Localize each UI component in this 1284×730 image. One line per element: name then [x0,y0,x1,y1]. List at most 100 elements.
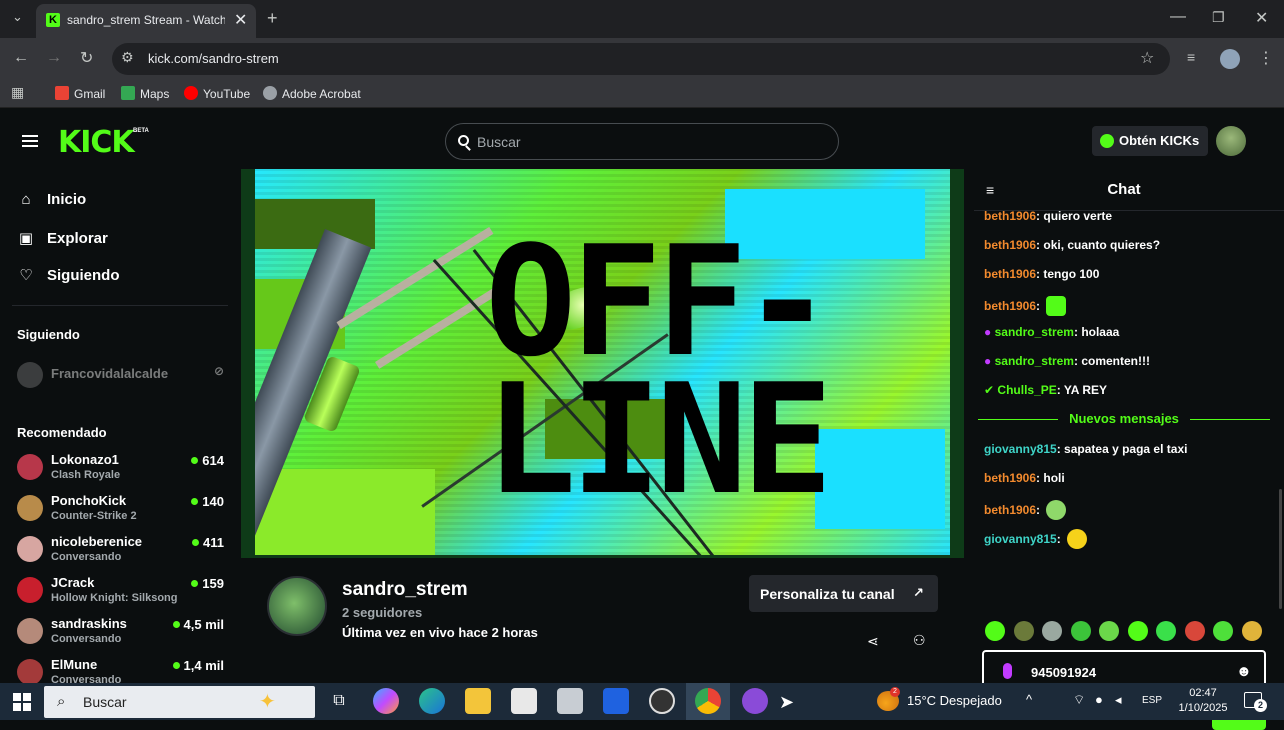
windows-taskbar: ⌕ Buscar ✦ ⧉ ➤ 2 15°C Despejado ^ ⌔ ● ◂ … [0,683,1284,720]
restore-icon[interactable]: ❐ [1212,9,1225,26]
emote-icon[interactable] [1185,621,1205,641]
customize-channel-button[interactable]: Personaliza tu canal ↗ [749,575,938,612]
copilot-icon[interactable] [373,688,399,714]
avatar [17,362,43,388]
recommended-section-title: Recomendado [17,425,107,440]
chrome-icon[interactable] [695,688,721,714]
emote-icon[interactable] [1242,621,1262,641]
follower-count: 2 seguidores [342,605,423,620]
recommended-item[interactable]: sandraskins Conversando 4,5 mil [17,616,227,652]
recommended-item[interactable]: JCrack Hollow Knight: Silksong 159 [17,575,227,611]
bookmark-youtube[interactable]: YouTube [184,86,250,101]
tab-search-chevron-icon[interactable]: ⌄ [12,9,23,25]
kick-logo[interactable]: KICK [58,125,135,160]
profile-avatar-icon[interactable] [1220,49,1240,69]
store-icon[interactable] [511,688,537,714]
browser-menu-icon[interactable]: ⋮ [1258,48,1274,68]
emote-icon[interactable] [1042,621,1062,641]
video-player[interactable]: OFF- LINE [241,169,964,558]
nav-home[interactable]: ⌂ Inicio [17,191,86,208]
kick-page: KICK BETA Buscar Obtén KICKs ⌂ Inicio ▣ Ex… [0,108,1284,730]
chat-message: beth1906: [984,296,1067,316]
minimize-icon[interactable]: — [1170,8,1186,26]
chat-scrollbar[interactable] [1279,489,1282,609]
recommended-item[interactable]: ElMune Conversando 1,4 mil [17,657,227,683]
tray-chevron-icon[interactable]: ^ [1026,692,1032,707]
network-icon[interactable]: ⌔ [1073,692,1085,708]
recommended-item[interactable]: nicoleberenice Conversando 411 [17,534,227,570]
reload-icon[interactable]: ↻ [80,48,93,68]
chat-message: ✔ Chulls_PE: YA REY [984,383,1108,397]
forward-icon[interactable]: → [46,49,62,67]
emote-icon[interactable] [985,621,1005,641]
hamburger-menu-icon[interactable] [22,135,38,147]
share-icon[interactable]: ⋖ [867,633,879,650]
emote-icon[interactable] [1213,621,1233,641]
get-kicks-button[interactable]: Obtén KICKs [1092,126,1208,156]
add-user-icon[interactable]: ⚇ [913,632,926,649]
bookmark-gmail[interactable]: Gmail [55,86,105,101]
chat-message: beth1906: tengo 100 [984,267,1100,281]
close-window-icon[interactable]: ✕ [1255,8,1268,28]
bookmark-star-icon[interactable]: ☆ [1140,48,1154,68]
site-settings-icon[interactable]: ⚙ [121,49,134,66]
recommended-item[interactable]: Lokonazo1 Clash Royale 614 [17,452,227,488]
tab-close-icon[interactable]: ✕ [234,10,247,30]
edge-icon[interactable] [419,688,445,714]
windows-start-icon[interactable] [13,693,31,711]
bookmark-maps[interactable]: Maps [121,86,169,101]
apps-grid-icon[interactable]: ▦ [11,84,24,101]
mail-icon[interactable] [557,688,583,714]
kick-favicon-icon: K [46,13,60,27]
obs-icon[interactable] [649,688,675,714]
beta-badge: BETA [133,128,149,134]
offline-icon: ⊘ [213,364,224,378]
volume-icon[interactable]: ◂ [1115,692,1122,708]
address-bar[interactable]: ⚙ kick.com/sandro-strem ☆ [112,43,1170,75]
language-indicator[interactable]: ESP [1142,695,1162,706]
emote-quick-bar [984,619,1264,645]
file-explorer-icon[interactable] [465,688,491,714]
search-input[interactable]: Buscar [445,123,839,160]
emote-icon[interactable] [1099,621,1119,641]
browser-tab-bar: ⌄ K sandro_strem Stream - Watch L ✕ + — … [0,0,1284,38]
youtube-icon [184,86,198,100]
avatar [17,536,43,562]
live-dot-icon [172,662,180,669]
chat-message: beth1906: [984,500,1067,520]
back-icon[interactable]: ← [13,49,29,67]
following-section-title: Siguiendo [17,327,80,342]
weather-text[interactable]: 15°C Despejado [907,693,1002,708]
following-item[interactable]: Francovidalalcalde ⊘ [17,360,227,396]
channel-name[interactable]: sandro_strem [342,579,468,601]
streaming-app-icon[interactable] [742,688,768,714]
microphone-tray-icon[interactable]: ● [1095,692,1103,707]
task-view-icon[interactable]: ⧉ [326,688,352,714]
reading-list-icon[interactable]: ≡ [1187,49,1195,65]
bookmark-adobe-acrobat[interactable]: Adobe Acrobat [263,86,361,101]
maps-icon [121,86,135,100]
browser-toolbar: ← → ↻ ⚙ kick.com/sandro-strem ☆ ≡ ⋮ [0,38,1284,80]
clock[interactable]: 02:47 1/10/2025 [1178,686,1228,716]
nav-following[interactable]: ♡ Siguiendo [17,266,119,284]
user-avatar[interactable] [1216,126,1246,156]
app-icon[interactable] [603,688,629,714]
gmail-icon [55,86,69,100]
recommended-item[interactable]: PonchoKick Counter-Strike 2 140 [17,493,227,529]
weather-badge: 2 [890,687,900,697]
emote-icon[interactable] [1014,621,1034,641]
taskbar-search-input[interactable]: ⌕ Buscar ✦ [44,686,315,718]
emote-icon[interactable] [1071,621,1091,641]
channel-avatar[interactable] [267,576,327,636]
globe-icon [263,86,277,100]
search-icon: ⌕ [57,693,66,710]
avatar [17,577,43,603]
emoji-picker-icon[interactable]: ☻ [1236,663,1252,680]
new-tab-icon[interactable]: + [267,8,278,29]
chat-message: giovanny815: [984,529,1088,549]
nav-explore[interactable]: ▣ Explorar [17,229,108,247]
browser-tab[interactable]: K sandro_strem Stream - Watch L ✕ [36,4,256,38]
emote-icon[interactable] [1128,621,1148,641]
emote-icon[interactable] [1156,621,1176,641]
chat-input-value: 945091924 [1031,665,1097,680]
